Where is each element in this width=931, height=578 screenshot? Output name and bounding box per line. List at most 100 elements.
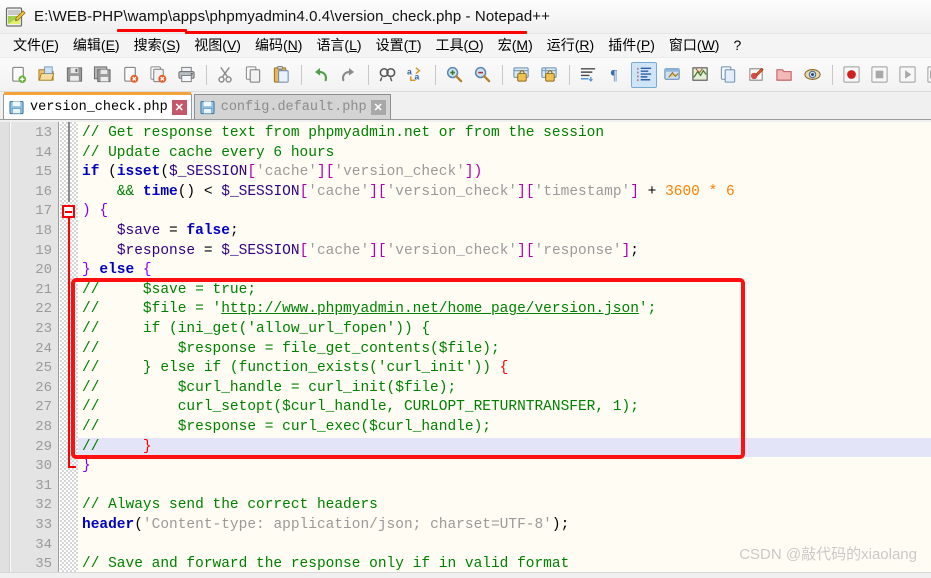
code-line[interactable]: // Update cache every 6 hours — [82, 144, 334, 164]
indent-guide-icon[interactable] — [631, 61, 657, 88]
menu-item-2[interactable]: 编辑(E) — [66, 33, 127, 58]
folder-as-workspace-icon[interactable] — [743, 62, 769, 88]
code-line[interactable]: // Get response text from phpmyadmin.net… — [82, 124, 604, 144]
code-line[interactable]: // curl_setopt($curl_handle, CURLOPT_RET… — [82, 398, 639, 418]
code-line[interactable]: // $response = curl_exec($curl_handle); — [82, 418, 491, 438]
menu-item-3[interactable]: 搜索(S) — [127, 33, 188, 58]
menu-item-8[interactable]: 工具(O) — [428, 33, 490, 58]
function-list-icon[interactable] — [715, 62, 741, 88]
code-token: } — [142, 438, 152, 455]
undo-icon[interactable] — [307, 62, 333, 88]
copy-icon[interactable] — [240, 62, 266, 88]
open-file-icon[interactable] — [33, 62, 59, 88]
code-line[interactable]: && time() < $_SESSION['cache']['version_… — [82, 183, 735, 203]
fold-guide-line-top — [68, 122, 70, 203]
code-token: else — [99, 262, 135, 279]
toolbar-separator — [368, 64, 369, 85]
line-number: 22 — [35, 301, 52, 318]
code-token: ; — [630, 242, 639, 259]
code-editor[interactable]: 13 14 15 16 17 18 19 20 21 22 23 24 25 26 27 28 29 30 31 32… — [0, 122, 931, 578]
code-line[interactable]: // Always send the correct headers — [82, 496, 378, 516]
toolbar: a a ¶ — [0, 58, 931, 92]
code-token: ( — [99, 164, 117, 181]
code-token: // $response = curl_exec($curl_handle); — [82, 419, 491, 435]
paste-icon[interactable] — [268, 62, 294, 88]
word-wrap-icon[interactable] — [575, 62, 601, 88]
save-all-icon[interactable] — [89, 62, 115, 88]
cut-icon[interactable] — [212, 62, 238, 88]
menu-item-9[interactable]: 宏(M) — [491, 33, 540, 58]
close-file-icon[interactable] — [117, 62, 143, 88]
sync-vertical-scroll-icon[interactable] — [508, 62, 534, 88]
find-icon[interactable] — [374, 62, 400, 88]
menu-item-4[interactable]: 视图(V) — [187, 33, 248, 58]
code-line[interactable]: ) { — [82, 202, 108, 222]
line-number: 20 — [35, 262, 52, 279]
tab-close-icon[interactable]: ✕ — [171, 99, 187, 115]
menu-item-5[interactable]: 编码(N) — [248, 33, 309, 58]
code-line[interactable]: // if (ini_get('allow_url_fopen')) { — [82, 320, 430, 340]
code-token: $response — [116, 242, 196, 259]
user-defined-dialog-icon[interactable] — [659, 62, 685, 88]
code-token: // if (ini_get('allow_url_fopen')) { — [82, 321, 431, 337]
tab-file-icon — [200, 100, 215, 115]
sync-horizontal-scroll-icon[interactable] — [536, 62, 562, 88]
menu-item-12[interactable]: 窗口(W) — [662, 33, 727, 58]
zoom-out-icon[interactable] — [469, 62, 495, 88]
code-line[interactable]: } else { — [82, 261, 152, 281]
zoom-in-icon[interactable] — [441, 62, 467, 88]
tab-1-active[interactable]: version_check.php ✕ — [3, 92, 192, 119]
show-all-characters-icon[interactable]: ¶ — [603, 62, 629, 88]
code-token: ) — [551, 517, 561, 533]
menu-mnemonic: N — [287, 37, 298, 53]
code-line[interactable]: $response = $_SESSION['cache']['version_… — [82, 242, 639, 262]
code-token: [ — [525, 183, 535, 200]
print-icon[interactable] — [173, 62, 199, 88]
document-map-icon[interactable] — [687, 62, 713, 88]
open-folder-icon[interactable] — [771, 62, 797, 88]
preview-icon[interactable] — [799, 62, 825, 88]
code-fold-toggle-icon[interactable] — [62, 205, 75, 219]
code-line[interactable]: // $curl_handle = curl_init($file); — [82, 379, 456, 399]
code-text-area[interactable]: // Get response text from phpmyadmin.net… — [78, 122, 931, 578]
menu-item-1[interactable]: 文件(F) — [6, 33, 66, 58]
menu-item-11[interactable]: 插件(P) — [601, 33, 662, 58]
line-number: 24 — [35, 340, 52, 357]
code-line[interactable]: $save = false; — [82, 222, 239, 242]
new-file-icon[interactable] — [5, 62, 31, 88]
line-number: 31 — [35, 477, 52, 494]
menu-item-13[interactable]: ? — [726, 35, 748, 56]
code-line[interactable]: // $response = file_get_contents($file); — [82, 340, 500, 360]
window-title: E:\WEB-PHP\wamp\apps\phpmyadmin4.0.4\ver… — [34, 8, 551, 25]
close-all-files-icon[interactable] — [145, 62, 171, 88]
tab-2[interactable]: config.default.php ✕ — [193, 94, 391, 119]
code-token: $_SESSION — [221, 242, 300, 259]
save-icon[interactable] — [61, 62, 87, 88]
line-number: 26 — [35, 379, 52, 396]
code-line[interactable]: } — [82, 457, 91, 477]
redo-icon[interactable] — [335, 62, 361, 88]
record-macro-icon[interactable] — [838, 62, 864, 88]
tab-close-icon[interactable]: ✕ — [370, 99, 386, 115]
code-token: '; — [638, 301, 657, 318]
code-line[interactable]: // $file = 'http://www.phpmyadmin.net/ho… — [82, 300, 656, 320]
stop-macro-icon[interactable] — [866, 62, 892, 88]
menu-item-10[interactable]: 运行(R) — [540, 33, 601, 58]
code-line[interactable]: if (isset($_SESSION['cache']['version_ch… — [82, 163, 482, 183]
code-token: 'cache' — [308, 242, 370, 259]
code-line[interactable]: header('Content-type: application/json; … — [82, 516, 569, 536]
menu-item-7[interactable]: 设置(T) — [369, 33, 429, 58]
run-macro-multiple-icon[interactable] — [922, 62, 931, 88]
code-line[interactable]: // } else if (function_exists('curl_init… — [82, 359, 508, 379]
menu-mnemonic: L — [349, 37, 357, 53]
code-line[interactable]: // } — [82, 438, 152, 458]
bookmark-margin[interactable] — [0, 122, 10, 578]
code-line[interactable]: // $save = true; — [82, 281, 256, 301]
menu-item-6[interactable]: 语言(L) — [309, 33, 368, 58]
replace-icon[interactable]: aa — [402, 62, 428, 88]
code-token: [ — [377, 242, 387, 259]
play-macro-icon[interactable] — [894, 62, 920, 88]
